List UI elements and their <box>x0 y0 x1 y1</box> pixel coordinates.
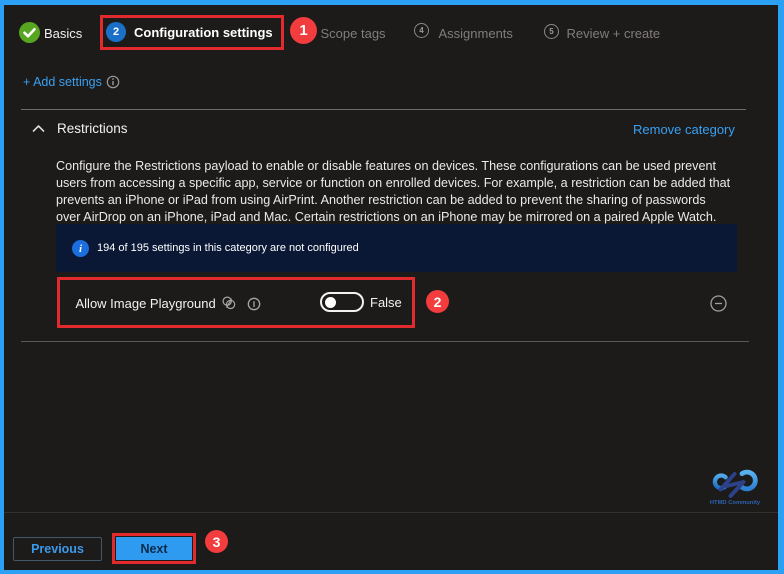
svg-text:HTMD Community: HTMD Community <box>710 500 761 506</box>
